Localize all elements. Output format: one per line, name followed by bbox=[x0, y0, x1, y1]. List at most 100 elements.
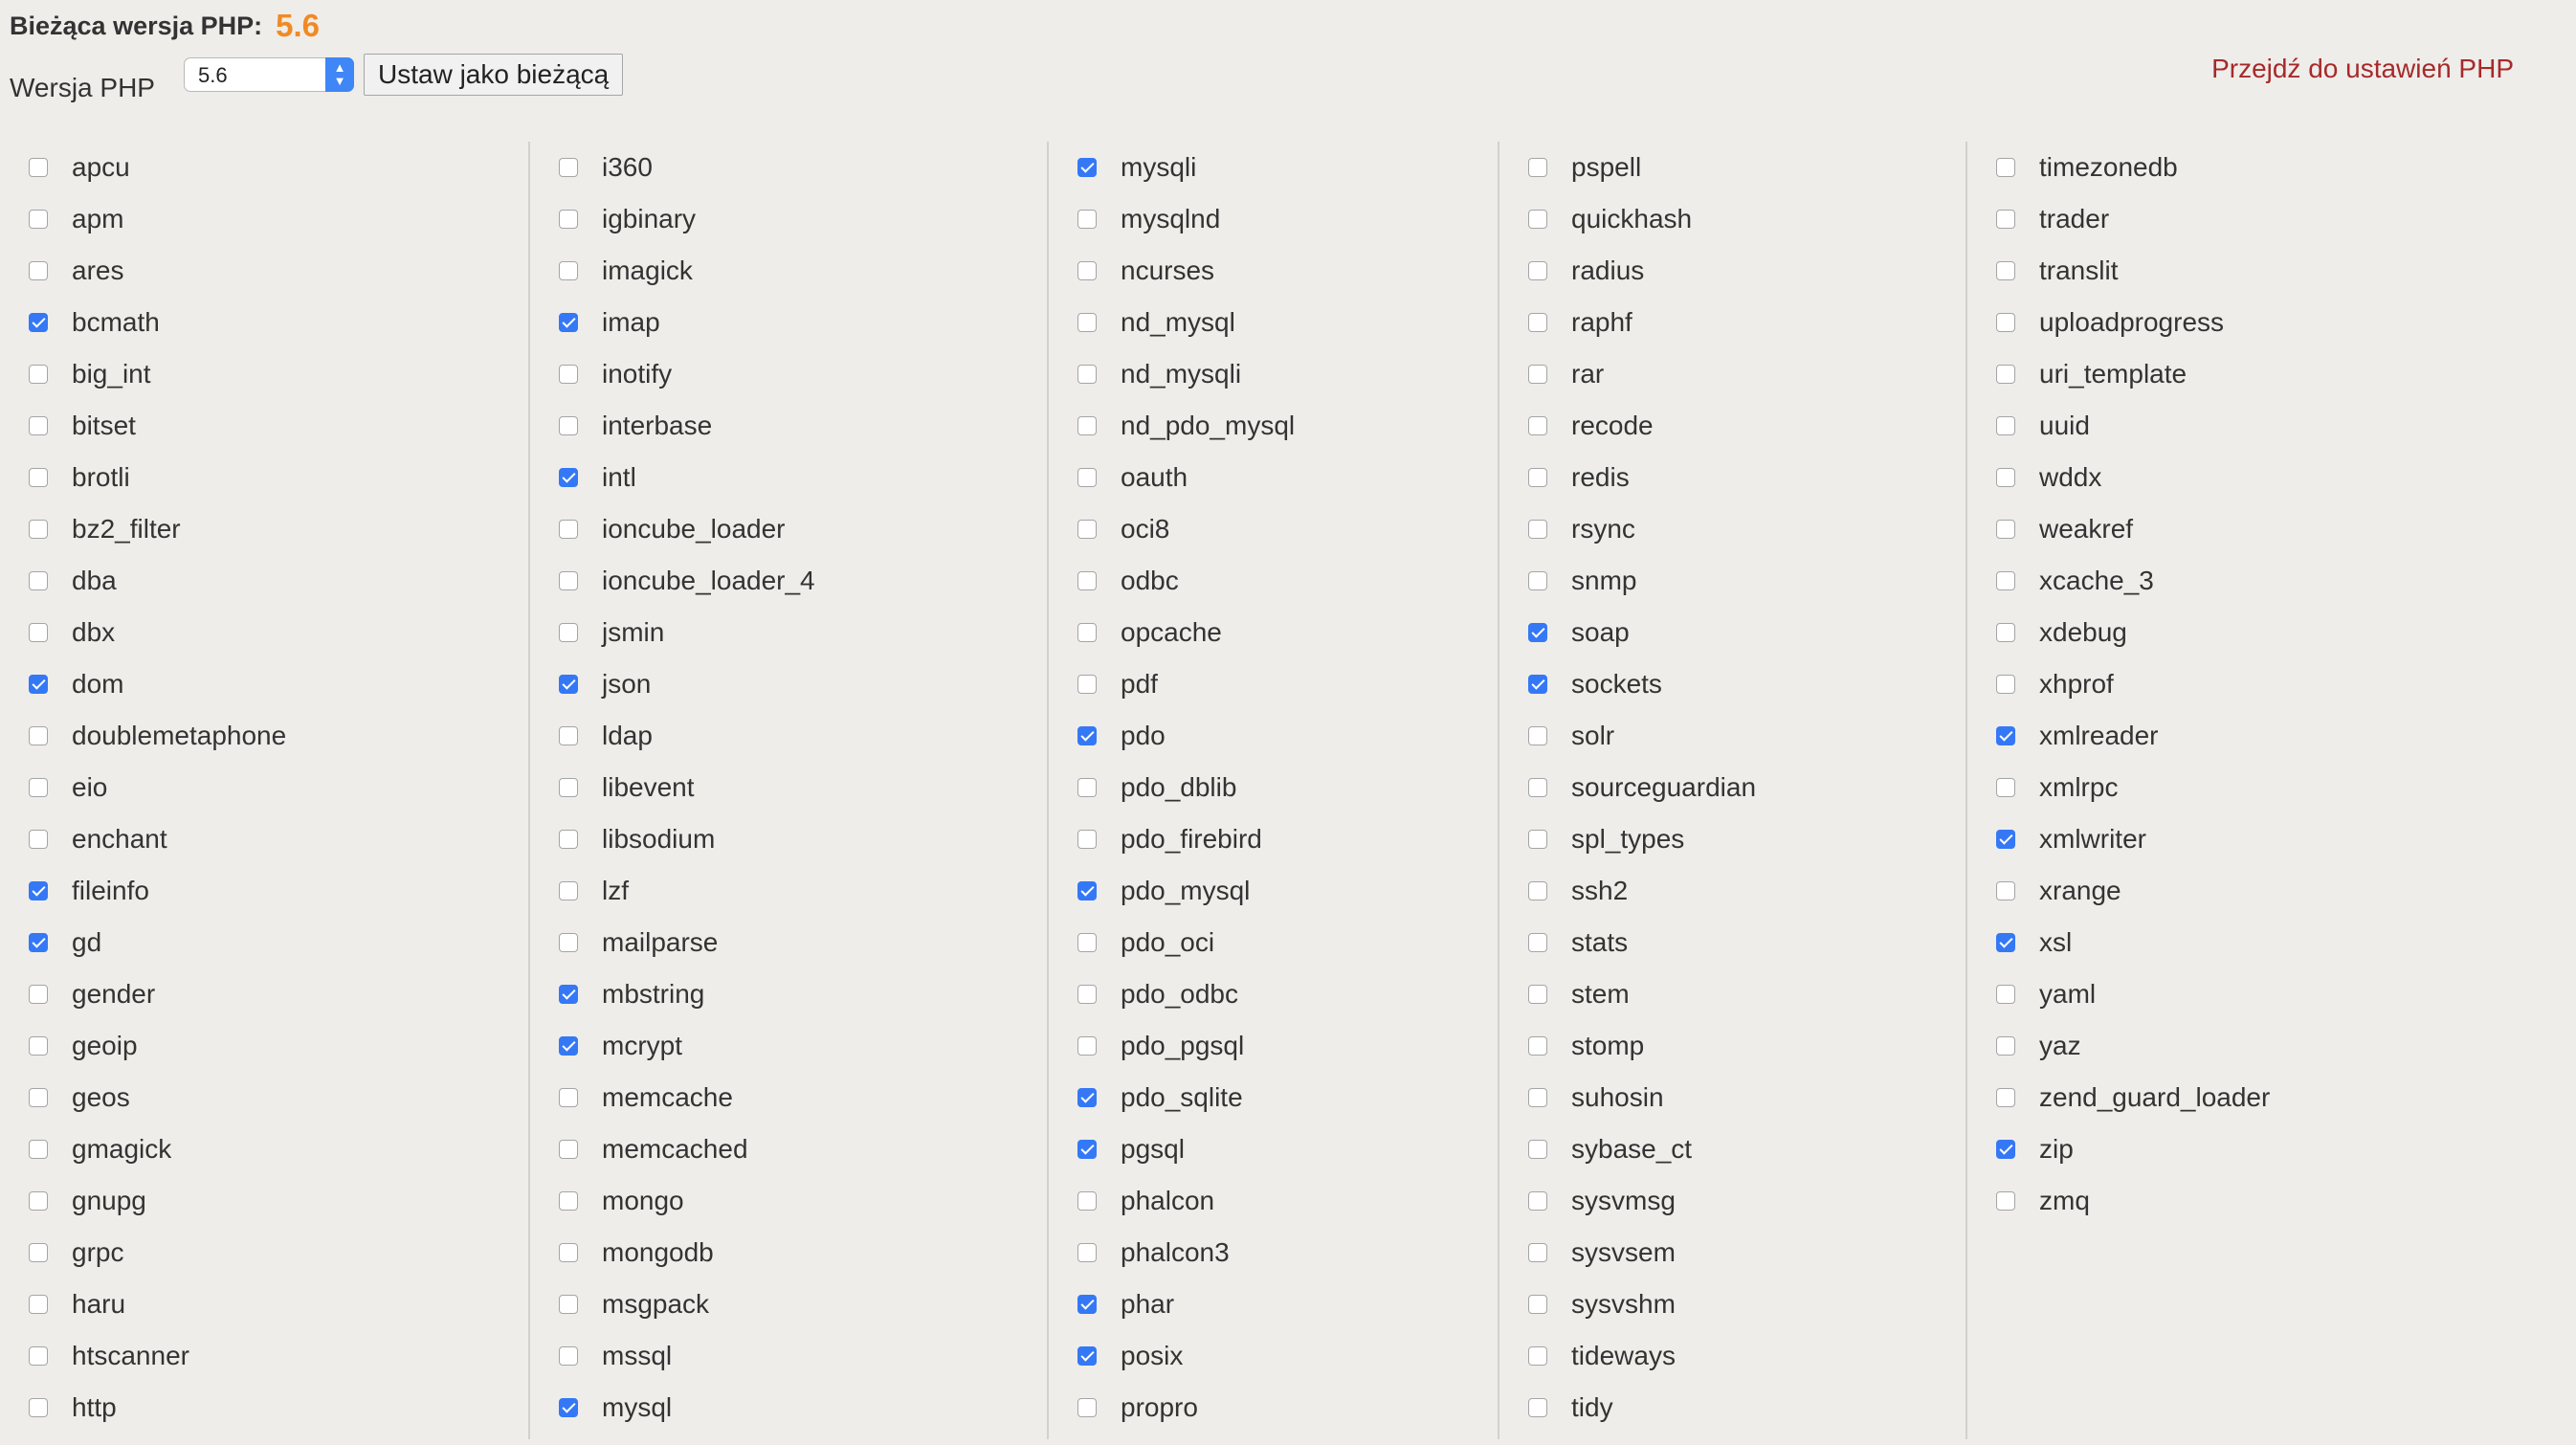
extension-item[interactable]: dba bbox=[0, 555, 528, 607]
extension-checkbox[interactable] bbox=[1528, 675, 1547, 694]
extension-checkbox[interactable] bbox=[29, 1398, 48, 1417]
extension-checkbox[interactable] bbox=[1996, 675, 2015, 694]
extension-item[interactable]: memcache bbox=[530, 1072, 1048, 1123]
extension-checkbox[interactable] bbox=[1996, 1036, 2015, 1056]
extension-item[interactable]: pdo_oci bbox=[1049, 917, 1499, 968]
extension-checkbox[interactable] bbox=[29, 726, 48, 745]
extension-checkbox[interactable] bbox=[29, 830, 48, 849]
extension-checkbox[interactable] bbox=[1077, 313, 1097, 332]
extension-checkbox[interactable] bbox=[29, 261, 48, 280]
extension-item[interactable]: dom bbox=[0, 658, 528, 710]
extension-item[interactable]: pdo_sqlite bbox=[1049, 1072, 1499, 1123]
extension-checkbox[interactable] bbox=[1996, 778, 2015, 797]
extension-checkbox[interactable] bbox=[29, 1191, 48, 1211]
extension-checkbox[interactable] bbox=[1077, 1398, 1097, 1417]
extension-item[interactable]: bcmath bbox=[0, 297, 528, 348]
extension-item[interactable]: stomp bbox=[1499, 1020, 1966, 1072]
extension-checkbox[interactable] bbox=[29, 1088, 48, 1107]
extension-item[interactable]: gmagick bbox=[0, 1123, 528, 1175]
extension-checkbox[interactable] bbox=[29, 1243, 48, 1262]
extension-checkbox[interactable] bbox=[1528, 416, 1547, 435]
extension-item[interactable]: eio bbox=[0, 762, 528, 813]
extension-item[interactable]: phalcon3 bbox=[1049, 1227, 1499, 1278]
extension-item[interactable]: odbc bbox=[1049, 555, 1499, 607]
extension-checkbox[interactable] bbox=[1996, 468, 2015, 487]
extension-item[interactable]: translit bbox=[1967, 245, 2576, 297]
extension-item[interactable]: geoip bbox=[0, 1020, 528, 1072]
extension-checkbox[interactable] bbox=[559, 1140, 578, 1159]
extension-item[interactable]: libevent bbox=[530, 762, 1048, 813]
extension-item[interactable]: haru bbox=[0, 1278, 528, 1330]
extension-item[interactable]: wddx bbox=[1967, 452, 2576, 503]
extension-item[interactable]: bz2_filter bbox=[0, 503, 528, 555]
extension-checkbox[interactable] bbox=[29, 1346, 48, 1366]
extension-checkbox[interactable] bbox=[1077, 623, 1097, 642]
extension-checkbox[interactable] bbox=[559, 1346, 578, 1366]
extension-item[interactable]: dbx bbox=[0, 607, 528, 658]
extension-checkbox[interactable] bbox=[559, 1036, 578, 1056]
extension-checkbox[interactable] bbox=[1077, 1036, 1097, 1056]
extension-item[interactable]: pdo_mysql bbox=[1049, 865, 1499, 917]
extension-item[interactable]: big_int bbox=[0, 348, 528, 400]
extension-checkbox[interactable] bbox=[559, 1088, 578, 1107]
extension-item[interactable]: mysqli bbox=[1049, 142, 1499, 193]
set-as-current-button[interactable]: Ustaw jako bieżącą bbox=[364, 54, 624, 96]
extension-checkbox[interactable] bbox=[559, 830, 578, 849]
extension-item[interactable]: gnupg bbox=[0, 1175, 528, 1227]
extension-item[interactable]: apcu bbox=[0, 142, 528, 193]
extension-item[interactable]: interbase bbox=[530, 400, 1048, 452]
extension-checkbox[interactable] bbox=[1528, 313, 1547, 332]
extension-item[interactable]: pdo_dblib bbox=[1049, 762, 1499, 813]
extension-item[interactable]: sockets bbox=[1499, 658, 1966, 710]
extension-checkbox[interactable] bbox=[1996, 261, 2015, 280]
extension-checkbox[interactable] bbox=[1996, 1140, 2015, 1159]
extension-item[interactable]: pdo_odbc bbox=[1049, 968, 1499, 1020]
extension-item[interactable]: libsodium bbox=[530, 813, 1048, 865]
extension-checkbox[interactable] bbox=[559, 1398, 578, 1417]
extension-item[interactable]: tideways bbox=[1499, 1330, 1966, 1382]
extension-item[interactable]: memcached bbox=[530, 1123, 1048, 1175]
extension-checkbox[interactable] bbox=[559, 261, 578, 280]
extension-item[interactable]: raphf bbox=[1499, 297, 1966, 348]
extension-checkbox[interactable] bbox=[1077, 1295, 1097, 1314]
extension-checkbox[interactable] bbox=[1996, 416, 2015, 435]
extension-checkbox[interactable] bbox=[1996, 158, 2015, 177]
extension-checkbox[interactable] bbox=[1996, 726, 2015, 745]
extension-checkbox[interactable] bbox=[1996, 933, 2015, 952]
extension-item[interactable]: xrange bbox=[1967, 865, 2576, 917]
extension-item[interactable]: ldap bbox=[530, 710, 1048, 762]
extension-item[interactable]: snmp bbox=[1499, 555, 1966, 607]
extension-checkbox[interactable] bbox=[29, 1295, 48, 1314]
extension-checkbox[interactable] bbox=[1528, 1036, 1547, 1056]
extension-checkbox[interactable] bbox=[1077, 365, 1097, 384]
extension-item[interactable]: pgsql bbox=[1049, 1123, 1499, 1175]
extension-checkbox[interactable] bbox=[29, 468, 48, 487]
extension-checkbox[interactable] bbox=[29, 416, 48, 435]
extension-checkbox[interactable] bbox=[29, 933, 48, 952]
extension-checkbox[interactable] bbox=[559, 365, 578, 384]
php-version-select[interactable]: 5.6 ▲ ▼ bbox=[184, 57, 354, 92]
extension-checkbox[interactable] bbox=[559, 985, 578, 1004]
extension-item[interactable]: pdo_pgsql bbox=[1049, 1020, 1499, 1072]
extension-checkbox[interactable] bbox=[29, 985, 48, 1004]
extension-item[interactable]: ncurses bbox=[1049, 245, 1499, 297]
extension-checkbox[interactable] bbox=[1528, 1346, 1547, 1366]
extension-checkbox[interactable] bbox=[1077, 830, 1097, 849]
extension-item[interactable]: xmlwriter bbox=[1967, 813, 2576, 865]
extension-checkbox[interactable] bbox=[559, 210, 578, 229]
extension-checkbox[interactable] bbox=[29, 1140, 48, 1159]
extension-item[interactable]: htscanner bbox=[0, 1330, 528, 1382]
extension-item[interactable]: msgpack bbox=[530, 1278, 1048, 1330]
extension-item[interactable]: sourceguardian bbox=[1499, 762, 1966, 813]
extension-item[interactable]: json bbox=[530, 658, 1048, 710]
extension-item[interactable]: timezonedb bbox=[1967, 142, 2576, 193]
extension-checkbox[interactable] bbox=[1996, 830, 2015, 849]
extension-checkbox[interactable] bbox=[1528, 1295, 1547, 1314]
extension-checkbox[interactable] bbox=[1077, 416, 1097, 435]
extension-checkbox[interactable] bbox=[29, 778, 48, 797]
extension-checkbox[interactable] bbox=[1528, 985, 1547, 1004]
extension-item[interactable]: posix bbox=[1049, 1330, 1499, 1382]
extension-checkbox[interactable] bbox=[1077, 1140, 1097, 1159]
extension-item[interactable]: xsl bbox=[1967, 917, 2576, 968]
extension-item[interactable]: uuid bbox=[1967, 400, 2576, 452]
